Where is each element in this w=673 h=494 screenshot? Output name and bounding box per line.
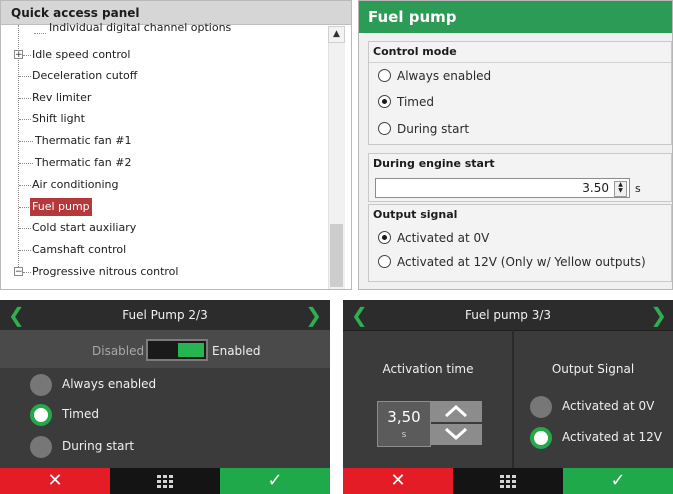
duration-spinbox[interactable]: 3.50 ▲ ▼	[375, 178, 630, 198]
radio-circle	[378, 122, 391, 135]
close-icon: ✕	[390, 470, 406, 491]
close-icon: ✕	[47, 470, 63, 491]
screen-header: ❮ Fuel pump 3/3 ❯	[343, 300, 673, 331]
output-signal-group: Output signal Activated at 0V Activated …	[368, 204, 672, 282]
fuel-pump-panel: Fuel pump Control mode Always enabled Ti…	[358, 0, 673, 290]
output-signal-label: Output Signal	[551, 362, 635, 376]
engine-start-group: During engine start 3.50 ▲ ▼ s	[368, 153, 672, 202]
next-page-icon[interactable]: ❯	[305, 303, 322, 327]
tree-item-label: Deceleration cutoff	[32, 69, 138, 82]
cancel-button[interactable]: ✕	[0, 468, 110, 494]
control-mode-group: Control mode Always enabled Timed During…	[368, 41, 672, 145]
tree-item-thermatic-fan-1[interactable]: Thermatic fan #1	[1, 131, 321, 151]
group-title: Control mode	[373, 45, 457, 58]
screen-title: Fuel Pump 2/3	[122, 308, 208, 322]
tree-item-label: Individual digital channel options	[49, 21, 232, 34]
enable-toggle-row: Disabled Enabled	[0, 330, 330, 368]
spin-arrows-icon[interactable]: ▲ ▼	[614, 181, 627, 197]
toggle-off-label: Disabled	[92, 344, 145, 358]
group-title: Output signal	[373, 208, 458, 221]
tree-item-air-conditioning[interactable]: Air conditioning	[1, 175, 321, 195]
tree-item-label: Air conditioning	[32, 178, 119, 191]
unit-label: s	[635, 182, 641, 195]
next-page-icon[interactable]: ❯	[650, 303, 667, 327]
radio-circle-checked	[378, 95, 391, 108]
tree-connector	[34, 33, 46, 34]
tree-item-shift-light[interactable]: Shift light	[1, 109, 321, 129]
panel-title: Fuel pump	[359, 1, 672, 33]
group-title: During engine start	[373, 157, 495, 170]
chevron-up-icon	[444, 404, 468, 418]
screen-footer: ✕ ✓	[343, 468, 673, 494]
expand-icon[interactable]: +	[14, 50, 23, 60]
tree-item-label: Cold start auxiliary	[32, 221, 137, 234]
collapse-icon[interactable]: −	[14, 267, 23, 277]
tree-item-rev-limiter[interactable]: Rev limiter	[1, 88, 321, 108]
menu-button[interactable]	[453, 468, 563, 494]
activation-time-field[interactable]: 3,50 s	[377, 401, 431, 447]
cancel-button[interactable]: ✕	[343, 468, 453, 494]
tree-item-fuel-pump[interactable]: Fuel pump	[1, 197, 321, 217]
tree-item-label: Thermatic fan #2	[35, 156, 132, 169]
confirm-button[interactable]: ✓	[220, 468, 330, 494]
radio-circle	[378, 255, 391, 268]
switch-knob	[178, 343, 204, 357]
tree-item-cold-start-auxiliary[interactable]: Cold start auxiliary	[1, 218, 321, 238]
radio-circle-checked	[530, 427, 552, 449]
radio-circle	[530, 396, 552, 418]
grid-menu-icon	[500, 475, 516, 488]
radio-circle	[30, 374, 52, 396]
enable-switch[interactable]	[146, 339, 208, 361]
radio-circle	[30, 436, 52, 458]
confirm-button[interactable]: ✓	[563, 468, 673, 494]
grid-menu-icon	[157, 475, 173, 488]
tree-item-label: Shift light	[32, 112, 85, 125]
screen-footer: ✕ ✓	[0, 468, 330, 494]
decrease-button[interactable]	[430, 424, 482, 445]
chevron-down-icon	[444, 427, 468, 441]
tree-item-thermatic-fan-2[interactable]: Thermatic fan #2	[1, 153, 321, 173]
activation-time-value: 3,50	[387, 408, 421, 426]
scroll-up-button[interactable]: ▲	[328, 26, 345, 43]
tree-item-label-selected: Fuel pump	[30, 198, 92, 216]
checkmark-icon: ✓	[267, 470, 283, 491]
scroll-thumb[interactable]	[330, 224, 343, 287]
radio-circle	[378, 69, 391, 82]
radio-circle-checked	[378, 231, 391, 244]
tree-item-camshaft-control[interactable]: Camshaft control	[1, 240, 321, 260]
tree-item-label: Camshaft control	[32, 243, 127, 256]
tree-item-individual-digital-options[interactable]: Individual digital channel options	[1, 21, 321, 43]
column-divider	[512, 330, 514, 468]
device-screen-fuel-pump-3: ❮ Fuel pump 3/3 ❯ Activation time 3,50 s…	[343, 300, 673, 494]
group-divider	[369, 62, 671, 63]
tree-item-label: Thermatic fan #1	[35, 134, 132, 147]
screen-title: Fuel pump 3/3	[464, 308, 552, 322]
tree-item-idle-speed-control[interactable]: + Idle speed control	[1, 45, 321, 65]
device-screen-fuel-pump-2: ❮ Fuel Pump 2/3 ❯ Disabled Enabled Alway…	[0, 300, 330, 494]
tree-item-progressive-nitrous-control[interactable]: − Progressive nitrous control	[1, 262, 321, 282]
checkmark-icon: ✓	[610, 470, 626, 491]
toggle-on-label: Enabled	[212, 344, 261, 358]
tree-item-label: Idle speed control	[32, 48, 131, 61]
screen-header: ❮ Fuel Pump 2/3 ❯	[0, 300, 330, 331]
radio-circle-checked	[30, 404, 52, 426]
activation-time-label: Activation time	[382, 362, 474, 376]
menu-button[interactable]	[110, 468, 220, 494]
activation-time-unit: s	[401, 430, 407, 440]
tree-item-deceleration-cutoff[interactable]: Deceleration cutoff	[1, 66, 321, 86]
quick-access-panel: Quick access panel Individual digital ch…	[0, 0, 352, 290]
duration-value: 3.50	[582, 181, 609, 195]
tree-item-label: Rev limiter	[32, 91, 92, 104]
tree-item-label: Progressive nitrous control	[32, 265, 179, 278]
increase-button[interactable]	[430, 401, 482, 422]
